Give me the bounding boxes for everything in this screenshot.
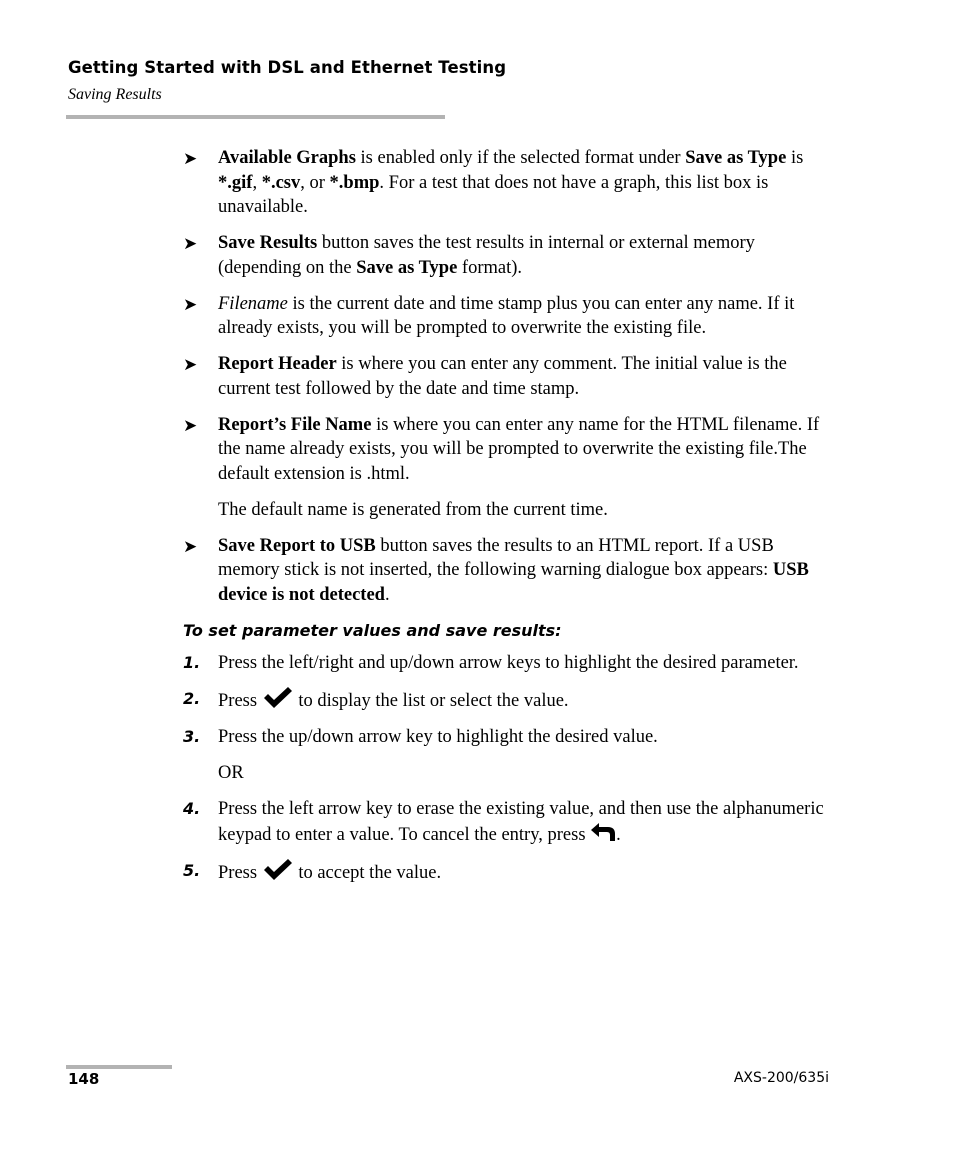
footer-divider (66, 1065, 172, 1069)
step-number: 4. (183, 799, 201, 818)
checkmark-icon (262, 687, 294, 709)
procedure-title: To set parameter values and save results… (183, 620, 562, 640)
bullet-item: ➤ Report Header is where you can enter an… (183, 352, 833, 401)
step-number: 2. (183, 689, 201, 708)
bold-term: *.gif (218, 172, 253, 193)
bold-term: Save Results (218, 233, 318, 253)
step-text: . (616, 824, 621, 845)
bullet-item: ➤ Save Results button saves the test resu… (183, 231, 833, 280)
step-text: Press (218, 862, 262, 883)
text-run: . (384, 584, 390, 605)
bullet-arrow-icon: ➤ (183, 536, 198, 556)
bullet-item: ➤ Filename is the current date and time s… (183, 292, 833, 341)
header-divider (66, 115, 445, 119)
text-run: is enabled only if the selected format u… (355, 148, 686, 168)
bullet-list: ➤ Available Graphs is enabled only if the… (183, 146, 833, 607)
bullet-arrow-icon: ➤ (183, 149, 198, 168)
step-text: Press the up/down arrow key to highlight… (218, 727, 658, 747)
step-number: 3. (183, 727, 201, 746)
text-run: , or (300, 172, 330, 193)
italic-term: Filename (218, 293, 288, 314)
bold-term: *.csv (261, 172, 301, 193)
section-subtitle: Saving Results (68, 86, 162, 103)
step-text: Press (218, 691, 262, 711)
procedure-step: 1. Press the left/right and up/down arrow… (183, 651, 833, 676)
procedure-step: 2. Press to display the list or select th… (183, 687, 833, 714)
step-number: 5. (183, 860, 201, 880)
bold-term: Save as Type (356, 257, 458, 278)
product-model: AXS-200/635i (733, 1070, 829, 1086)
step-number: 1. (183, 653, 201, 672)
bold-term: *.bmp (329, 172, 380, 193)
checkmark-icon (262, 858, 294, 881)
return-arrow-icon (590, 822, 616, 842)
procedure-step: 5. Press to accept the value. (183, 858, 833, 886)
bullet-item: ➤ Save Report to USB button saves the res… (183, 534, 833, 608)
page-number: 148 (68, 1070, 100, 1088)
bold-term: Available Graphs (218, 148, 356, 168)
text-run: format). (457, 257, 523, 278)
bold-term: Save as Type (685, 148, 787, 168)
step-alternative: OR (218, 763, 244, 783)
bullet-item: ➤ Report’s File Name is where you can ent… (183, 413, 833, 487)
bullet-arrow-icon: ➤ (183, 234, 198, 253)
bullet-arrow-icon: ➤ (183, 415, 198, 435)
chapter-title: Getting Started with DSL and Ethernet Te… (68, 58, 507, 77)
bold-term: Report Header (218, 354, 337, 374)
step-text: Press the left arrow key to erase the ex… (218, 799, 824, 845)
bullet-arrow-icon: ➤ (183, 294, 198, 314)
step-text: to display the list or select the value. (293, 691, 569, 711)
bold-term: Save Report to USB (218, 535, 376, 556)
text-run: , (252, 172, 262, 193)
procedure-step: 3. Press the up/down arrow key to highlig… (183, 725, 833, 750)
procedure-steps: 1. Press the left/right and up/down arrow… (183, 651, 833, 885)
bullet-arrow-icon: ➤ (183, 355, 198, 374)
bullet-note: The default name is generated from the c… (218, 499, 608, 520)
step-text: to accept the value. (293, 862, 442, 883)
bullet-item: ➤ Available Graphs is enabled only if the… (183, 146, 833, 220)
step-text: Press the left/right and up/down arrow k… (218, 653, 799, 673)
text-run: is (786, 148, 804, 168)
procedure-step: 4. Press the left arrow key to erase the … (183, 797, 833, 847)
text-run: is the current date and time stamp plus … (218, 293, 795, 339)
page-body: ➤ Available Graphs is enabled only if the… (183, 146, 833, 897)
bold-term: Report’s File Name (218, 414, 372, 435)
